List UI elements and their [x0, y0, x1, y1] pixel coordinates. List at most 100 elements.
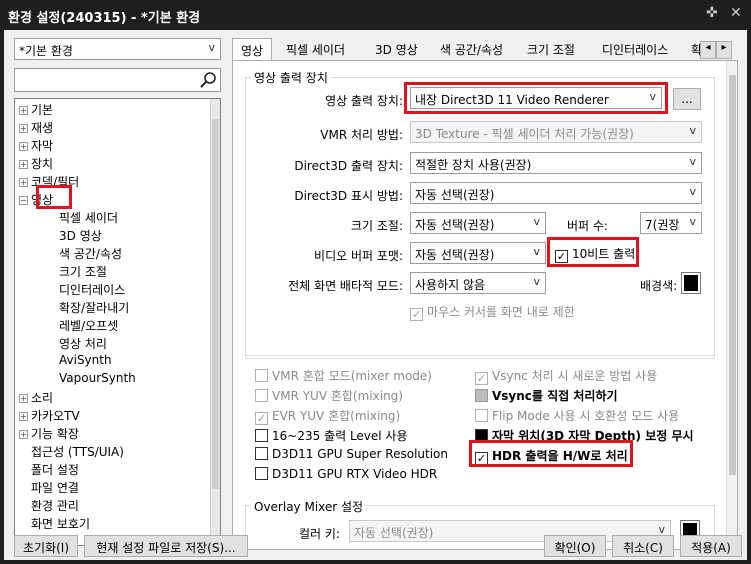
chevron-down-icon: v — [689, 155, 696, 168]
video-buffer-select[interactable]: 자동 선택(권장) v — [410, 242, 546, 264]
save-to-file-button[interactable]: 현재 설정 파일로 저장(S)... — [84, 535, 248, 557]
fullscreen-label: 전체 화면 배타적 모드: — [288, 279, 403, 293]
tree-item[interactable]: 크기 조절 — [59, 263, 107, 281]
super-resolution-checkbox[interactable]: D3D11 GPU Super Resolution — [255, 447, 448, 461]
reset-button[interactable]: 초기화(I) — [14, 535, 78, 557]
tree-item[interactable]: + 기본 — [19, 101, 53, 119]
highlight-hdr — [469, 440, 633, 467]
tree-scrollbar[interactable] — [210, 99, 220, 545]
collapse-icon[interactable]: − — [19, 196, 28, 205]
tree-item[interactable]: + 재생 — [19, 119, 53, 137]
flip-mode-checkbox[interactable]: Flip Mode 사용 시 호환성 모드 사용 — [475, 407, 679, 424]
tree-item[interactable]: 환경 관리 — [19, 497, 79, 515]
tree-item-label: 화면 보호기 — [31, 517, 91, 531]
tree-item-label: 재생 — [31, 121, 54, 135]
tree-item[interactable]: + 카카오TV — [19, 407, 80, 425]
search-input[interactable] — [14, 68, 221, 92]
tree-item[interactable]: 파일 연결 — [19, 479, 79, 497]
apply-button[interactable]: 적용(A) — [680, 535, 742, 557]
chevron-down-icon: v — [533, 215, 540, 228]
d3d-output-select[interactable]: 적절한 장치 사용(권장) v — [410, 152, 702, 174]
tab-scroll-left[interactable]: ◂ — [700, 41, 716, 59]
tree-item-label: 자막 — [31, 139, 54, 153]
tree-item-label: 레벨/오프셋 — [59, 319, 119, 333]
tree-item[interactable]: 영상 처리 — [59, 335, 107, 353]
tree-item[interactable]: 접근성 (TTS/UIA) — [19, 443, 124, 461]
buffer-label: 버퍼 수: — [567, 219, 608, 233]
device-more-button[interactable]: ... — [673, 88, 701, 110]
scale-label: 크기 조절: — [350, 219, 403, 233]
level-checkbox[interactable]: 16~235 출력 Level 사용 — [255, 427, 408, 444]
settings-tree[interactable]: + 기본 + 재생 + 자막 + 장치 + 코덱/필터 − 영상 픽셀 세이더 3D 영상 색 공간/속성 크… — [14, 98, 221, 546]
tree-item-label: 3D 영상 — [59, 229, 102, 243]
d3d-display-select[interactable]: 자동 선택(권장) v — [410, 182, 702, 204]
tab-3d-video[interactable]: 3D 영상 — [367, 38, 426, 60]
tree-item[interactable]: 폴더 설정 — [19, 461, 79, 479]
tab-deinterlace[interactable]: 디인터레이스 — [594, 38, 676, 60]
expand-icon[interactable]: + — [19, 430, 28, 439]
video-buffer-label: 비디오 버퍼 포맷: — [314, 249, 403, 263]
scale-select[interactable]: 자동 선택(권장) v — [410, 212, 546, 234]
vmr-yuv-checkbox[interactable]: VMR YUV 혼합(mixing) — [255, 387, 403, 404]
tab-resize[interactable]: 크기 조절 — [519, 38, 583, 60]
tree-item-label: 환경 관리 — [31, 499, 79, 513]
vsync-direct-checkbox[interactable]: Vsync를 직접 처리하기 — [475, 387, 618, 404]
evr-yuv-checkbox[interactable]: ✓ EVR YUV 혼합(mixing) — [255, 407, 400, 425]
cancel-button[interactable]: 취소(C) — [612, 535, 674, 557]
bg-color-swatch[interactable] — [681, 272, 701, 294]
tree-item-label: VapourSynth — [59, 371, 136, 385]
ok-button[interactable]: 확인(O) — [544, 535, 606, 557]
d3d-output-label: Direct3D 출력 장치: — [294, 159, 403, 173]
chevron-down-icon: v — [689, 215, 696, 228]
pin-icon[interactable]: ✜ — [706, 5, 718, 21]
mouse-confine-checkbox[interactable]: ✓ 마우스 커서를 화면 내로 제한 — [410, 303, 575, 321]
chevron-down-icon: v — [689, 124, 696, 137]
tree-item-label: 크기 조절 — [59, 265, 107, 279]
tab-color-space[interactable]: 색 공간/속성 — [432, 38, 511, 60]
expand-icon[interactable]: + — [19, 142, 28, 151]
tree-item-label: 색 공간/속성 — [59, 247, 123, 261]
vsync-new-checkbox[interactable]: ✓ Vsync 처리 시 새로운 방법 사용 — [475, 367, 657, 385]
tab-video[interactable]: 영상 — [232, 38, 273, 62]
expand-icon[interactable]: + — [19, 178, 28, 187]
close-icon[interactable]: ✕ — [730, 5, 742, 21]
profile-select[interactable]: *기본 환경 v — [14, 38, 221, 60]
expand-icon[interactable]: + — [19, 106, 28, 115]
buffer-count-select[interactable]: 7(권장 v — [640, 212, 702, 234]
tree-item[interactable]: 레벨/오프셋 — [59, 317, 118, 335]
fullscreen-select[interactable]: 사용하지 않음 v — [410, 272, 546, 294]
vmr-mix-checkbox[interactable]: VMR 혼합 모드(mixer mode) — [255, 367, 432, 384]
tree-item[interactable]: 디인터레이스 — [59, 281, 125, 299]
search-icon[interactable] — [199, 71, 217, 89]
tree-item[interactable]: 픽셀 세이더 — [59, 209, 118, 227]
expand-icon[interactable]: + — [19, 124, 28, 133]
bg-color-label: 배경색: — [640, 279, 678, 293]
rtx-hdr-checkbox[interactable]: D3D11 GPU RTX Video HDR — [255, 467, 437, 481]
highlight-device — [404, 82, 668, 114]
tree-item-label: 기본 — [31, 103, 54, 117]
tree-item[interactable]: 화면 보호기 — [19, 515, 90, 533]
video-tab-page: 영상 출력 장치 영상 출력 장치: 내장 Direct3D 11 Video … — [232, 60, 738, 550]
tree-item[interactable]: AviSynth — [59, 353, 112, 371]
tree-item[interactable]: 3D 영상 — [59, 227, 102, 245]
expand-icon[interactable]: + — [19, 412, 28, 421]
tab-pixel-shader[interactable]: 픽셀 세이더 — [278, 38, 353, 60]
page-scrollbar[interactable] — [726, 61, 737, 549]
tree-item[interactable]: 확장/잘라내기 — [59, 299, 129, 317]
expand-icon[interactable]: + — [19, 394, 28, 403]
tree-item[interactable]: + 자막 — [19, 137, 53, 155]
expand-icon[interactable]: + — [19, 160, 28, 169]
tree-item[interactable]: + 기능 확장 — [19, 425, 79, 443]
window-title: 환경 설정(240315) - *기본 환경 — [8, 11, 201, 26]
tree-item[interactable]: VapourSynth — [59, 371, 136, 389]
tree-item-label: 카카오TV — [31, 409, 80, 423]
tree-item-label: 소리 — [31, 391, 54, 405]
tree-item[interactable]: 색 공간/속성 — [59, 245, 122, 263]
device-label: 영상 출력 장치: — [325, 94, 403, 108]
tab-scroll-right[interactable]: ▸ — [716, 41, 732, 59]
overlay-group-label: Overlay Mixer 설정 — [251, 498, 367, 515]
vmr-method-select[interactable]: 3D Texture - 픽셀 세이더 처리 가능(권장) v — [410, 121, 702, 143]
tree-item[interactable]: + 소리 — [19, 389, 53, 407]
tree-item[interactable]: + 장치 — [19, 155, 53, 173]
chevron-down-icon: v — [533, 275, 540, 288]
